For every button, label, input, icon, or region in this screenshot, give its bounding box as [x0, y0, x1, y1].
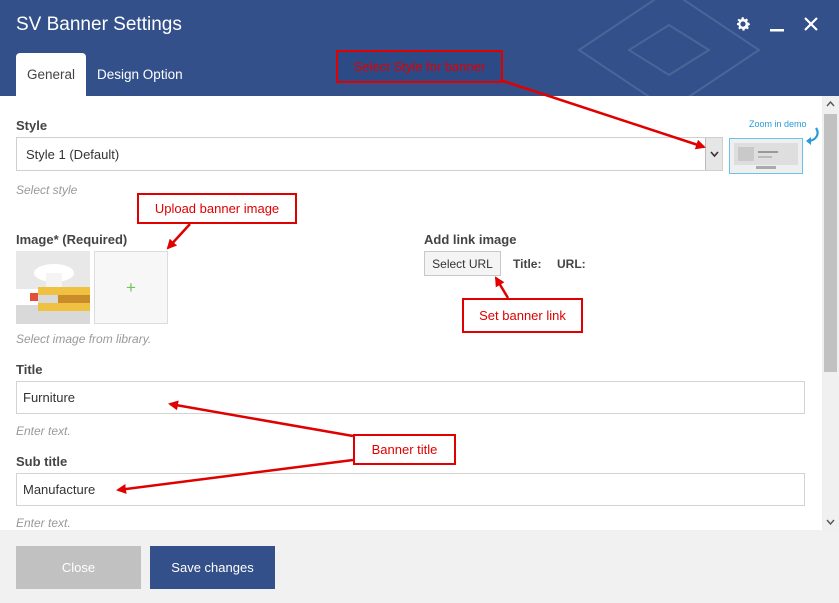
scrollbar-thumb[interactable]	[824, 114, 837, 372]
chevron-down-icon[interactable]	[705, 138, 722, 170]
curved-arrow-icon	[806, 127, 819, 145]
subtitle-label: Sub title	[16, 454, 68, 469]
title-label: Title	[16, 362, 43, 377]
image-label: Image* (Required)	[16, 232, 128, 247]
style-select-value: Style 1 (Default)	[26, 146, 120, 162]
link-url-label: URL:	[557, 257, 586, 271]
subtitle-input[interactable]: Manufacture	[16, 473, 805, 506]
dialog-footer: Close Save changes	[0, 530, 839, 603]
scroll-down-arrow-icon[interactable]	[822, 514, 839, 530]
style-hint: Select style	[16, 183, 78, 197]
scroll-up-arrow-icon[interactable]	[822, 96, 839, 112]
link-title-label: Title:	[513, 257, 542, 271]
close-button[interactable]: Close	[16, 546, 141, 589]
style-select[interactable]: Style 1 (Default)	[16, 137, 723, 171]
dialog-title: SV Banner Settings	[16, 14, 182, 35]
tab-design-option[interactable]: Design Option	[86, 53, 194, 96]
banner-image-thumbnail[interactable]	[16, 251, 90, 324]
link-image-label: Add link image	[424, 232, 517, 247]
gear-icon[interactable]	[733, 14, 753, 34]
style-preview-thumbnail[interactable]	[729, 138, 803, 174]
subtitle-hint: Enter text.	[16, 516, 71, 530]
select-url-button[interactable]: Select URL	[424, 251, 501, 276]
close-icon[interactable]	[801, 14, 821, 34]
callout-set-link: Set banner link	[462, 298, 583, 333]
save-changes-button[interactable]: Save changes	[150, 546, 275, 589]
image-hint: Select image from library.	[16, 332, 152, 346]
title-input[interactable]: Furniture	[16, 381, 805, 414]
vertical-scrollbar[interactable]	[822, 96, 839, 530]
minimize-icon[interactable]	[767, 14, 787, 34]
callout-upload-image: Upload banner image	[137, 193, 297, 224]
add-image-button[interactable]: +	[94, 251, 168, 324]
callout-select-style: Select Style for banner	[336, 50, 503, 83]
title-hint: Enter text.	[16, 424, 71, 438]
tab-general[interactable]: General	[16, 53, 87, 96]
callout-banner-title: Banner title	[353, 434, 456, 465]
style-label: Style	[16, 118, 48, 133]
zoom-in-demo-link[interactable]: Zoom in demo	[749, 119, 807, 129]
